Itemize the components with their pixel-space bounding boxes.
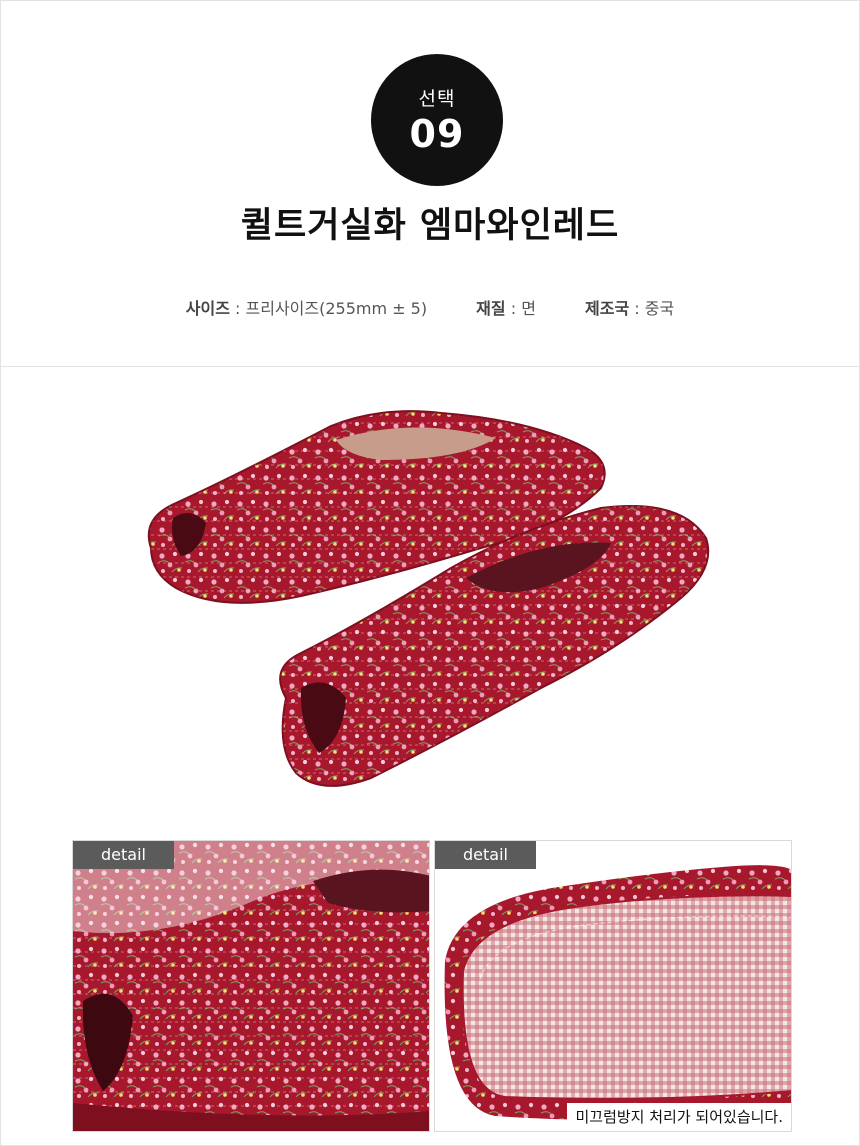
detail-tag: detail: [435, 841, 536, 869]
badge-number: 09: [409, 112, 465, 156]
spec-material-separator: :: [505, 299, 522, 318]
spec-origin-separator: :: [629, 299, 645, 318]
detail-toe-image: [73, 841, 429, 1131]
spec-material-key: 재질: [476, 299, 506, 318]
badge-label: 선택: [418, 88, 456, 110]
main-product-photo: [1, 368, 859, 826]
spec-list: 사이즈 : 프리사이즈(255mm ± 5) 재질 : 면 제조국 : 중국: [1, 295, 859, 319]
spec-size: 사이즈 : 프리사이즈(255mm ± 5): [186, 295, 427, 319]
spec-material-value: 면: [521, 299, 536, 318]
detail-photo-toe: detail: [72, 840, 430, 1132]
option-badge: 선택 09: [371, 54, 503, 186]
detail-sole-image: [435, 841, 791, 1131]
detail-photo-sole: detail 미끄럼방지 처리가 되어있습니다.: [434, 840, 792, 1132]
spec-size-separator: :: [229, 299, 246, 318]
spec-material: 재질 : 면: [476, 295, 536, 319]
spec-origin: 제조국 : 중국: [585, 295, 674, 319]
spec-origin-key: 제조국: [585, 299, 630, 318]
spec-size-key: 사이즈: [185, 299, 230, 318]
product-detail-page: 선택 09 퀼트거실화 엠마와인레드 사이즈 : 프리사이즈(255mm ± 5…: [0, 0, 860, 1146]
detail-tag: detail: [73, 841, 174, 869]
anti-slip-caption: 미끄럼방지 처리가 되어있습니다.: [567, 1103, 791, 1131]
slippers-image: [147, 410, 710, 787]
spec-size-value: 프리사이즈(255mm ± 5): [245, 299, 428, 318]
product-title: 퀼트거실화 엠마와인레드: [240, 206, 620, 246]
product-header: 선택 09 퀼트거실화 엠마와인레드 사이즈 : 프리사이즈(255mm ± 5…: [1, 1, 859, 367]
spec-origin-value: 중국: [644, 299, 675, 318]
